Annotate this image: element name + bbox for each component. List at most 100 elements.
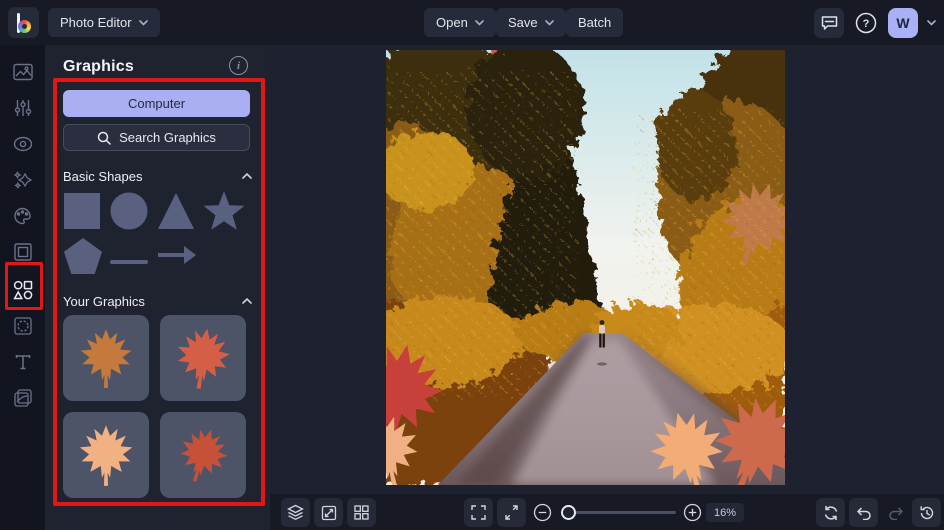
maple-leaf-icon (80, 329, 132, 388)
befunky-logo[interactable] (8, 7, 39, 38)
zoom-out-button[interactable] (528, 498, 557, 527)
sidebar-item-overlays[interactable] (0, 309, 45, 343)
sidebar-item-graphics[interactable] (0, 273, 45, 307)
info-circle-icon[interactable]: i (229, 56, 248, 75)
chat-bubble-icon (821, 15, 837, 30)
graphics-icon (12, 280, 32, 300)
search-graphics-label: Search Graphics (119, 130, 216, 145)
shape-circle[interactable] (110, 192, 148, 235)
sidebar-item-frames[interactable] (0, 235, 45, 269)
chevron-down-icon (138, 19, 148, 26)
frames-icon (13, 243, 32, 261)
chevron-down-icon (475, 19, 484, 26)
chevron-up-icon (242, 298, 252, 304)
collage-grid-button[interactable] (347, 498, 376, 527)
canvas-area[interactable] (270, 45, 944, 494)
chevron-up-icon (242, 173, 252, 179)
bottom-toolbar: 16% (270, 494, 944, 530)
open-label: Open (436, 15, 468, 30)
save-button[interactable]: Save (496, 8, 566, 37)
maple-leaf-icon (172, 326, 234, 390)
artsy-icon (14, 207, 31, 225)
layers-icon (287, 504, 304, 521)
shape-square[interactable] (63, 192, 101, 235)
resize-icon (321, 505, 336, 520)
redo-icon (889, 506, 904, 520)
text-icon (15, 355, 30, 370)
shape-triangle[interactable] (157, 192, 195, 235)
history-icon (920, 505, 933, 519)
resize-button[interactable] (314, 498, 343, 527)
topbar: Photo Editor Open Save Batch ? W (0, 0, 944, 45)
photo-autumn-road[interactable] (386, 50, 785, 485)
sidebar-item-artsy[interactable] (0, 199, 45, 233)
chevron-down-icon (544, 19, 554, 26)
touch-up-icon (13, 136, 32, 152)
shape-line[interactable] (110, 252, 148, 270)
fit-screen-button[interactable] (497, 498, 526, 527)
save-label: Save (508, 15, 538, 30)
your-graphics-header[interactable]: Your Graphics (63, 293, 252, 309)
tool-sidebar (0, 45, 45, 530)
zoom-slider-knob[interactable] (561, 505, 576, 520)
feedback-button[interactable] (814, 7, 844, 38)
effects-icon (13, 171, 32, 189)
open-button[interactable]: Open (424, 8, 496, 37)
search-icon (97, 131, 111, 145)
fit-screen-icon (505, 505, 518, 520)
refresh-icon (824, 505, 837, 520)
user-avatar[interactable]: W (888, 7, 918, 38)
your-graphics-label: Your Graphics (63, 293, 145, 309)
layers-button[interactable] (281, 498, 310, 527)
batch-label: Batch (578, 15, 612, 30)
fullscreen-button[interactable] (464, 498, 493, 527)
sidebar-item-adjust[interactable] (0, 91, 45, 125)
sidebar-item-effects[interactable] (0, 163, 45, 197)
refresh-button[interactable] (816, 498, 845, 527)
graphic-thumb-leaf-4[interactable] (160, 412, 246, 498)
shape-star[interactable] (202, 190, 246, 237)
avatar-initial: W (896, 14, 910, 31)
fullscreen-icon (471, 505, 486, 520)
sidebar-item-text[interactable] (0, 345, 45, 379)
graphic-thumb-leaf-3[interactable] (63, 412, 149, 498)
sidebar-item-touchup[interactable] (0, 127, 45, 161)
redo-button[interactable] (882, 498, 911, 527)
batch-button[interactable]: Batch (566, 8, 624, 37)
basic-shapes-label: Basic Shapes (63, 168, 143, 184)
graphic-thumb-leaf-2[interactable] (160, 315, 246, 401)
question-circle-icon: ? (855, 12, 877, 33)
shape-arrow[interactable] (157, 245, 197, 270)
shape-pentagon[interactable] (63, 237, 103, 280)
mode-selector-button[interactable]: Photo Editor (48, 8, 160, 37)
edit-photo-icon (12, 63, 33, 81)
overlays-icon (13, 317, 32, 335)
mode-selector-label: Photo Editor (60, 15, 132, 30)
zoom-in-button[interactable] (678, 498, 707, 527)
search-graphics-button[interactable]: Search Graphics (63, 124, 250, 151)
computer-label: Computer (127, 96, 186, 111)
history-button[interactable] (912, 498, 941, 527)
adjust-icon (14, 100, 31, 116)
sidebar-item-textures[interactable] (0, 381, 45, 415)
panel-title: Graphics (63, 58, 134, 75)
textures-icon (13, 389, 32, 407)
photo-editor-app: Photo Editor Open Save Batch ? W Graphic… (0, 0, 944, 530)
help-button[interactable]: ? (853, 10, 879, 36)
basic-shapes-header[interactable]: Basic Shapes (63, 168, 252, 184)
maple-leaf-icon (177, 426, 229, 484)
collage-grid-icon (354, 505, 369, 520)
graphic-thumb-leaf-1[interactable] (63, 315, 149, 401)
zoom-in-icon (683, 503, 702, 522)
account-chevron-down-icon[interactable] (927, 19, 936, 26)
zoom-out-icon (533, 503, 552, 522)
zoom-slider[interactable] (561, 505, 676, 520)
logo-icon (16, 12, 32, 33)
undo-icon (856, 506, 871, 520)
graphics-panel: Graphics i Computer Search Graphics Basi… (45, 45, 270, 530)
computer-upload-button[interactable]: Computer (63, 90, 250, 117)
svg-text:?: ? (863, 18, 870, 30)
zoom-level-value: 16% (706, 503, 744, 522)
sidebar-item-edit[interactable] (0, 55, 45, 89)
undo-button[interactable] (849, 498, 878, 527)
